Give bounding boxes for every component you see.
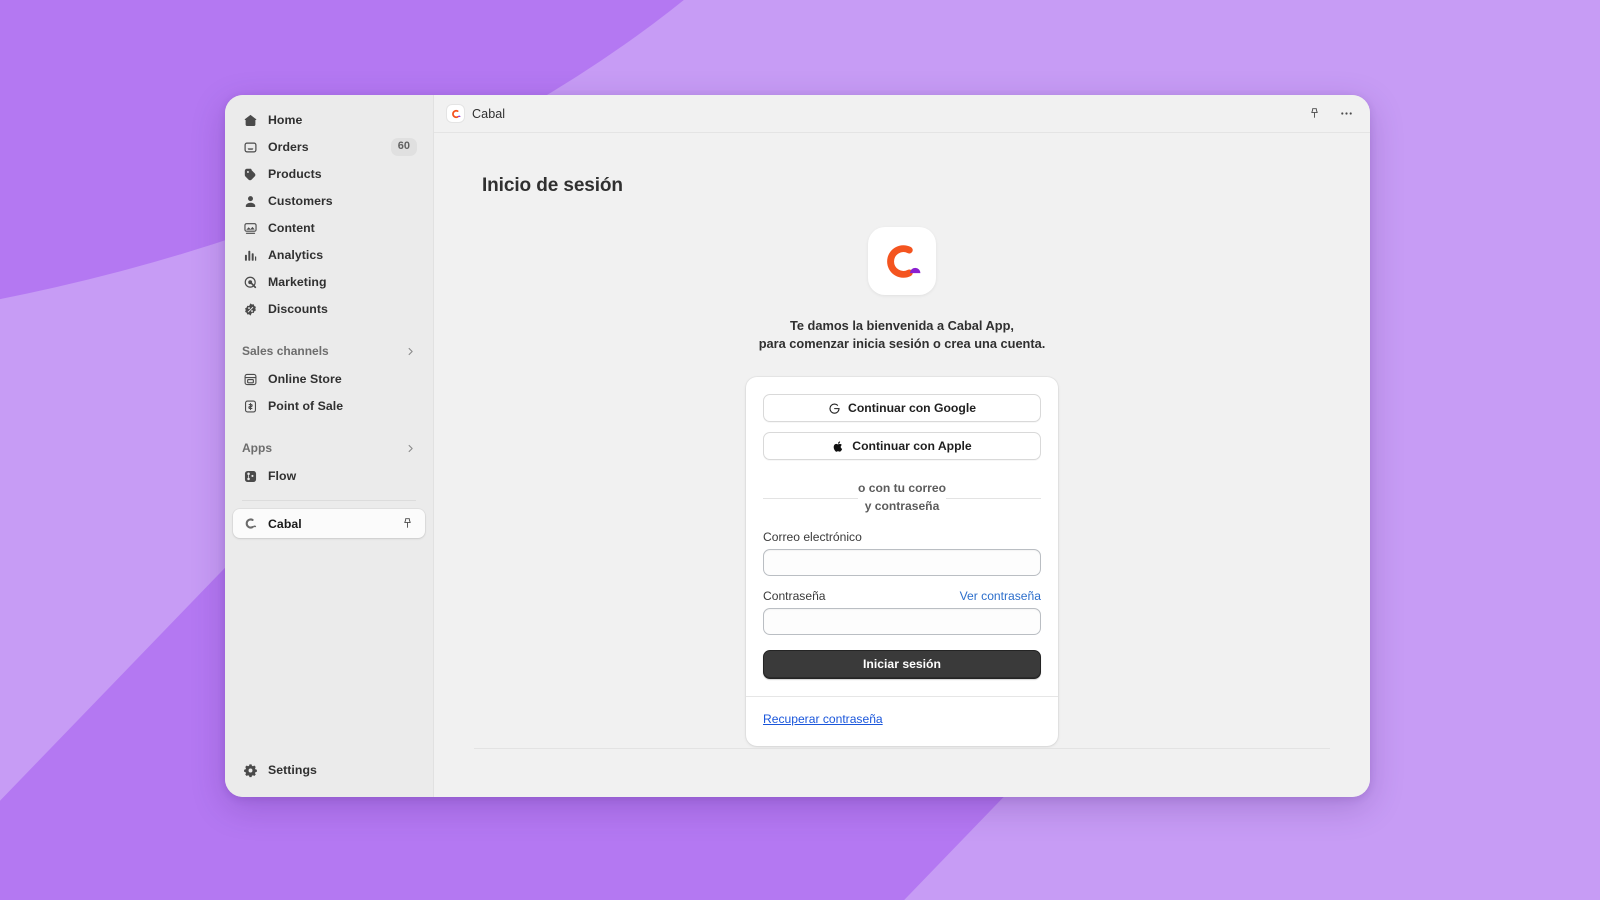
content-image-icon [242,220,258,236]
welcome-line-1: Te damos la bienvenida a Cabal App, [789,318,1014,333]
orders-count-badge: 60 [390,138,417,156]
main-body: Inicio de sesión Te damos la bienvenida … [434,133,1370,797]
divider-line-2: y contraseña [857,497,947,516]
show-password-link[interactable]: Ver contraseña [960,589,1041,603]
sidebar-item-discounts[interactable]: Discounts [233,296,425,322]
email-divider: o con tu correo y contraseña [763,479,1041,516]
email-input[interactable] [763,548,1041,576]
main-panel: Cabal Inicio de sesión Te damos la bienv… [433,95,1370,797]
sidebar-item-cabal[interactable]: Cabal [233,509,425,538]
sidebar-item-label: Discounts [268,302,328,316]
pin-icon[interactable] [398,514,417,533]
google-g-icon [828,402,841,415]
gear-icon [242,762,258,778]
sidebar-item-label: Orders [268,140,309,154]
sidebar-section-sales-channels[interactable]: Sales channels [233,339,425,363]
point-of-sale-icon [242,398,258,414]
sidebar-divider [242,500,416,501]
divider-text: o con tu correo y contraseña [852,479,952,516]
card-divider [746,695,1058,697]
cabal-logo-icon [868,227,936,295]
sidebar-item-label: Analytics [268,248,324,262]
app-name: Cabal [472,106,506,121]
online-store-icon [242,371,258,387]
password-field-group: Contraseña Ver contraseña [763,589,1041,635]
main-bottom-divider [474,748,1330,749]
chevron-right-icon [405,346,416,357]
sidebar-item-products[interactable]: Products [233,161,425,187]
orders-icon [242,139,258,155]
password-input[interactable] [763,607,1041,635]
app-window: Home Orders 60 Products Customers Conten… [225,95,1370,797]
ellipsis-horizontal-icon[interactable] [1336,104,1356,124]
sidebar-item-marketing[interactable]: Marketing [233,269,425,295]
continue-with-google-button[interactable]: Continuar con Google [763,394,1041,423]
email-field-group: Correo electrónico [763,530,1041,576]
chevron-right-icon [405,443,416,454]
section-title: Apps [242,441,272,455]
sidebar-item-label: Content [268,221,315,235]
sidebar-item-analytics[interactable]: Analytics [233,242,425,268]
sidebar-item-label: Settings [268,763,317,777]
sidebar-footer: Settings [233,757,425,797]
home-icon [242,112,258,128]
sidebar: Home Orders 60 Products Customers Conten… [225,95,433,797]
topbar-actions [1304,104,1356,124]
sidebar-item-point-of-sale[interactable]: Point of Sale [233,393,425,419]
page-title: Inicio de sesión [482,175,623,196]
login-submit-button[interactable]: Iniciar sesión [763,649,1041,679]
login-card: Continuar con Google Continuar con Apple… [746,377,1058,746]
app-topbar: Cabal [434,95,1370,133]
sidebar-item-label: Online Store [268,372,342,386]
sidebar-item-flow[interactable]: Flow [233,463,425,489]
section-title: Sales channels [242,344,329,358]
sidebar-item-customers[interactable]: Customers [233,188,425,214]
welcome-message: Te damos la bienvenida a Cabal App, para… [759,317,1046,353]
sidebar-item-settings[interactable]: Settings [233,757,425,783]
marketing-target-icon [242,274,258,290]
apple-button-label: Continuar con Apple [852,439,972,454]
sidebar-item-orders[interactable]: Orders 60 [233,134,425,160]
customers-person-icon [242,193,258,209]
google-button-label: Continuar con Google [848,401,976,416]
sidebar-item-label: Flow [268,469,297,483]
products-tag-icon [242,166,258,182]
app-identity: Cabal [447,105,505,122]
sidebar-section-apps[interactable]: Apps [233,436,425,460]
sidebar-item-label: Marketing [268,275,327,289]
cabal-logo-icon [242,516,258,532]
sidebar-item-label: Customers [268,194,333,208]
welcome-line-2: para comenzar inicia sesión o crea una c… [758,336,1046,352]
sidebar-item-content[interactable]: Content [233,215,425,241]
sidebar-primary-nav: Home Orders 60 Products Customers Conten… [233,107,425,322]
sidebar-item-label: Cabal [268,516,302,531]
continue-with-apple-button[interactable]: Continuar con Apple [763,432,1041,461]
password-label: Contraseña [763,588,826,603]
sidebar-sales-channels-list: Online Store Point of Sale [233,366,425,419]
login-section: Te damos la bienvenida a Cabal App, para… [474,227,1330,746]
password-label-row: Contraseña Ver contraseña [763,589,1041,603]
analytics-bars-icon [242,247,258,263]
apple-icon [832,440,845,453]
email-label: Correo electrónico [763,529,862,544]
sidebar-item-home[interactable]: Home [233,107,425,133]
sidebar-item-label: Point of Sale [268,399,344,413]
flow-icon [242,468,258,484]
sidebar-item-label: Products [268,167,322,181]
pin-icon[interactable] [1304,104,1324,124]
sidebar-item-label: Home [268,113,303,127]
divider-line-1: o con tu correo [857,479,947,498]
sidebar-apps-list: Flow [233,463,425,489]
cabal-logo-icon [447,105,464,122]
sidebar-item-online-store[interactable]: Online Store [233,366,425,392]
recover-password-link[interactable]: Recuperar contraseña [763,712,883,726]
discounts-badge-icon [242,301,258,317]
